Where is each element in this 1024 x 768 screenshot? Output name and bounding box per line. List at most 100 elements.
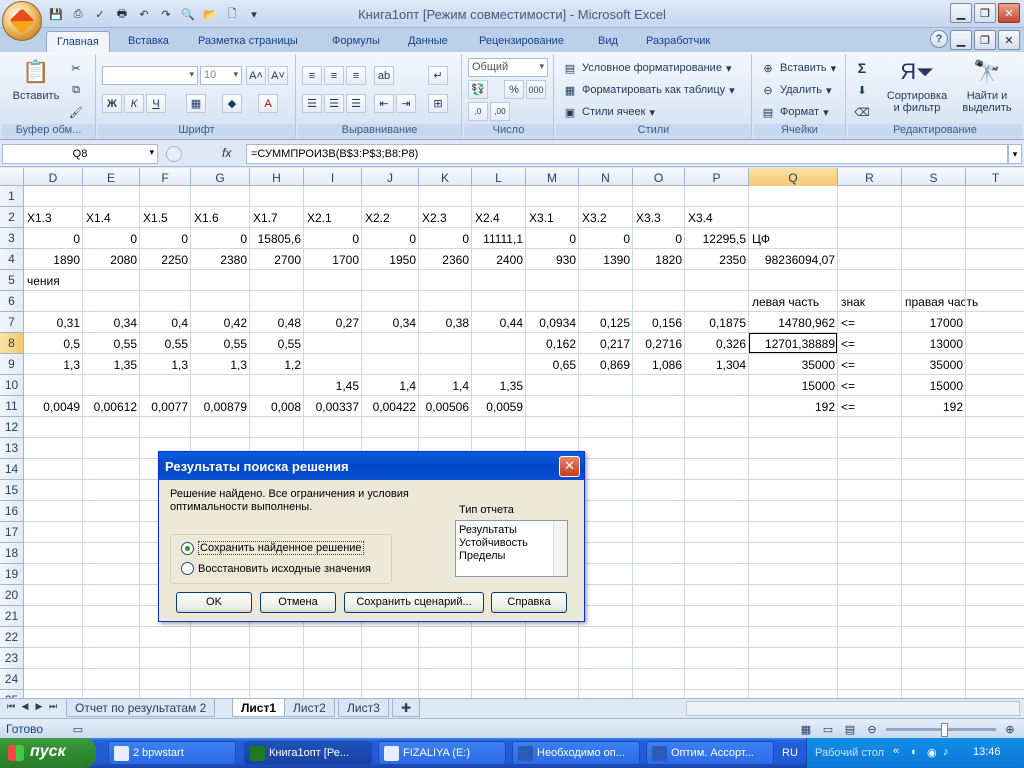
sheet-tab-report[interactable]: Отчет по результатам 2 [66, 699, 216, 717]
cell-e8[interactable]: 0,55 [83, 333, 140, 354]
normal-view-icon[interactable]: ▦ [798, 721, 814, 737]
cell-l4[interactable]: 2400 [472, 249, 526, 270]
row-header-1[interactable]: 1 [0, 186, 24, 207]
select-all-corner[interactable] [0, 168, 24, 186]
help-button[interactable]: Справка [491, 592, 567, 613]
cell-i3[interactable]: 0 [304, 228, 362, 249]
task-word-2[interactable]: Оптим. Ассорт... [646, 741, 774, 765]
font-color-icon[interactable]: A [258, 94, 278, 113]
format-as-table-button[interactable]: ▦ Форматировать как таблицу ▾ [562, 82, 735, 98]
formula-input[interactable]: =СУММПРОИЗВ(B$3:P$3;B8:P8) [246, 144, 1008, 164]
dialog-close-button[interactable]: ✕ [559, 456, 580, 477]
tab-data[interactable]: Данные [398, 31, 458, 52]
row-header-25[interactable]: 25 [0, 690, 24, 698]
insert-sheet-icon[interactable]: ✚ [392, 699, 421, 717]
shrink-font-icon[interactable]: A˅ [268, 66, 288, 85]
decrease-decimal-icon[interactable]: ,00 [490, 102, 510, 121]
cell-o7[interactable]: 0,156 [633, 312, 685, 333]
cell-d5[interactable]: чения [24, 270, 83, 291]
column-header-k[interactable]: K [419, 168, 472, 186]
cell-s7[interactable]: 17000 [902, 312, 966, 333]
cell-q4[interactable]: 98236094,07 [749, 249, 838, 270]
cell-g9[interactable]: 1,3 [191, 354, 250, 375]
zoom-in-icon[interactable]: ⊕ [1002, 721, 1018, 737]
close-button[interactable]: ✕ [998, 3, 1020, 23]
cell-l3[interactable]: 11111,1 [472, 228, 526, 249]
column-header-h[interactable]: H [250, 168, 304, 186]
active-cell-q8[interactable] [748, 332, 838, 354]
report-type-list[interactable]: Результаты Устойчивость Пределы [455, 520, 568, 577]
cell-j10[interactable]: 1,4 [362, 375, 419, 396]
cell-k11[interactable]: 0,00506 [419, 396, 472, 417]
find-select-button[interactable]: 🔭 Найти и выделить [956, 56, 1018, 115]
next-sheet-icon[interactable]: ▶ [32, 701, 46, 715]
cell-d3[interactable]: 0 [24, 228, 83, 249]
row-header-14[interactable]: 14 [0, 459, 24, 480]
sort-filter-button[interactable]: Я⏷ Сортировка и фильтр [882, 56, 952, 115]
task-bpwstart[interactable]: 2 bpwstart [108, 741, 236, 765]
cell-g3[interactable]: 0 [191, 228, 250, 249]
cell-l11[interactable]: 0,0059 [472, 396, 526, 417]
cell-m9[interactable]: 0,65 [526, 354, 579, 375]
row-header-7[interactable]: 7 [0, 312, 24, 333]
page-break-view-icon[interactable]: ▤ [842, 721, 858, 737]
cell-r11[interactable]: <= [838, 396, 902, 417]
cell-i10[interactable]: 1,45 [304, 375, 362, 396]
column-header-n[interactable]: N [579, 168, 633, 186]
cell-h2[interactable]: X1.7 [250, 207, 304, 228]
cell-h9[interactable]: 1,2 [250, 354, 304, 375]
cell-g7[interactable]: 0,42 [191, 312, 250, 333]
row-header-13[interactable]: 13 [0, 438, 24, 459]
cell-d8[interactable]: 0,5 [24, 333, 83, 354]
cell-q6[interactable]: левая часть [749, 291, 838, 312]
currency-icon[interactable]: 💱 [468, 80, 488, 99]
cell-k7[interactable]: 0,38 [419, 312, 472, 333]
cell-e9[interactable]: 1,35 [83, 354, 140, 375]
report-list-scrollbar[interactable] [553, 521, 567, 576]
cell-j4[interactable]: 1950 [362, 249, 419, 270]
percent-icon[interactable]: % [504, 80, 524, 99]
row-header-12[interactable]: 12 [0, 417, 24, 438]
cell-f2[interactable]: X1.5 [140, 207, 191, 228]
maximize-button[interactable]: ❐ [974, 3, 996, 23]
insert-cells-button[interactable]: ⊕ Вставить ▾ [760, 60, 836, 76]
cell-f7[interactable]: 0,4 [140, 312, 191, 333]
clear-icon[interactable]: ⌫ [854, 104, 870, 120]
cell-r7[interactable]: <= [838, 312, 902, 333]
cell-s9[interactable]: 35000 [902, 354, 966, 375]
fill-color-icon[interactable]: ◆ [222, 94, 242, 113]
row-header-18[interactable]: 18 [0, 543, 24, 564]
column-header-p[interactable]: P [685, 168, 749, 186]
column-header-m[interactable]: M [526, 168, 579, 186]
horizontal-scrollbar[interactable] [686, 701, 1020, 716]
row-header-15[interactable]: 15 [0, 480, 24, 501]
sheet-tab-list3[interactable]: Лист3 [338, 699, 389, 717]
cell-k2[interactable]: X2.3 [419, 207, 472, 228]
row-header-21[interactable]: 21 [0, 606, 24, 627]
font-name-combo[interactable] [102, 66, 198, 85]
column-header-q[interactable]: Q [749, 168, 838, 186]
cancel-button[interactable]: Отмена [260, 592, 336, 613]
cell-n3[interactable]: 0 [579, 228, 633, 249]
cell-h3[interactable]: 15805,6 [250, 228, 304, 249]
row-header-2[interactable]: 2 [0, 207, 24, 228]
cell-p7[interactable]: 0,1875 [685, 312, 749, 333]
doc-minimize-button[interactable]: ▁ [950, 30, 972, 50]
tab-insert[interactable]: Вставка [118, 31, 179, 52]
row-header-22[interactable]: 22 [0, 627, 24, 648]
cell-i11[interactable]: 0,00337 [304, 396, 362, 417]
column-header-o[interactable]: O [633, 168, 685, 186]
cell-h4[interactable]: 2700 [250, 249, 304, 270]
cell-e2[interactable]: X1.4 [83, 207, 140, 228]
tab-page-layout[interactable]: Разметка страницы [188, 31, 308, 52]
row-header-16[interactable]: 16 [0, 501, 24, 522]
tab-view[interactable]: Вид [588, 31, 628, 52]
increase-decimal-icon[interactable]: ,0 [468, 102, 488, 121]
cell-g8[interactable]: 0,55 [191, 333, 250, 354]
number-format-combo[interactable]: Общий [468, 58, 548, 77]
column-header-l[interactable]: L [472, 168, 526, 186]
cell-l2[interactable]: X2.4 [472, 207, 526, 228]
cell-j7[interactable]: 0,34 [362, 312, 419, 333]
cell-q9[interactable]: 35000 [749, 354, 838, 375]
cell-n7[interactable]: 0,125 [579, 312, 633, 333]
